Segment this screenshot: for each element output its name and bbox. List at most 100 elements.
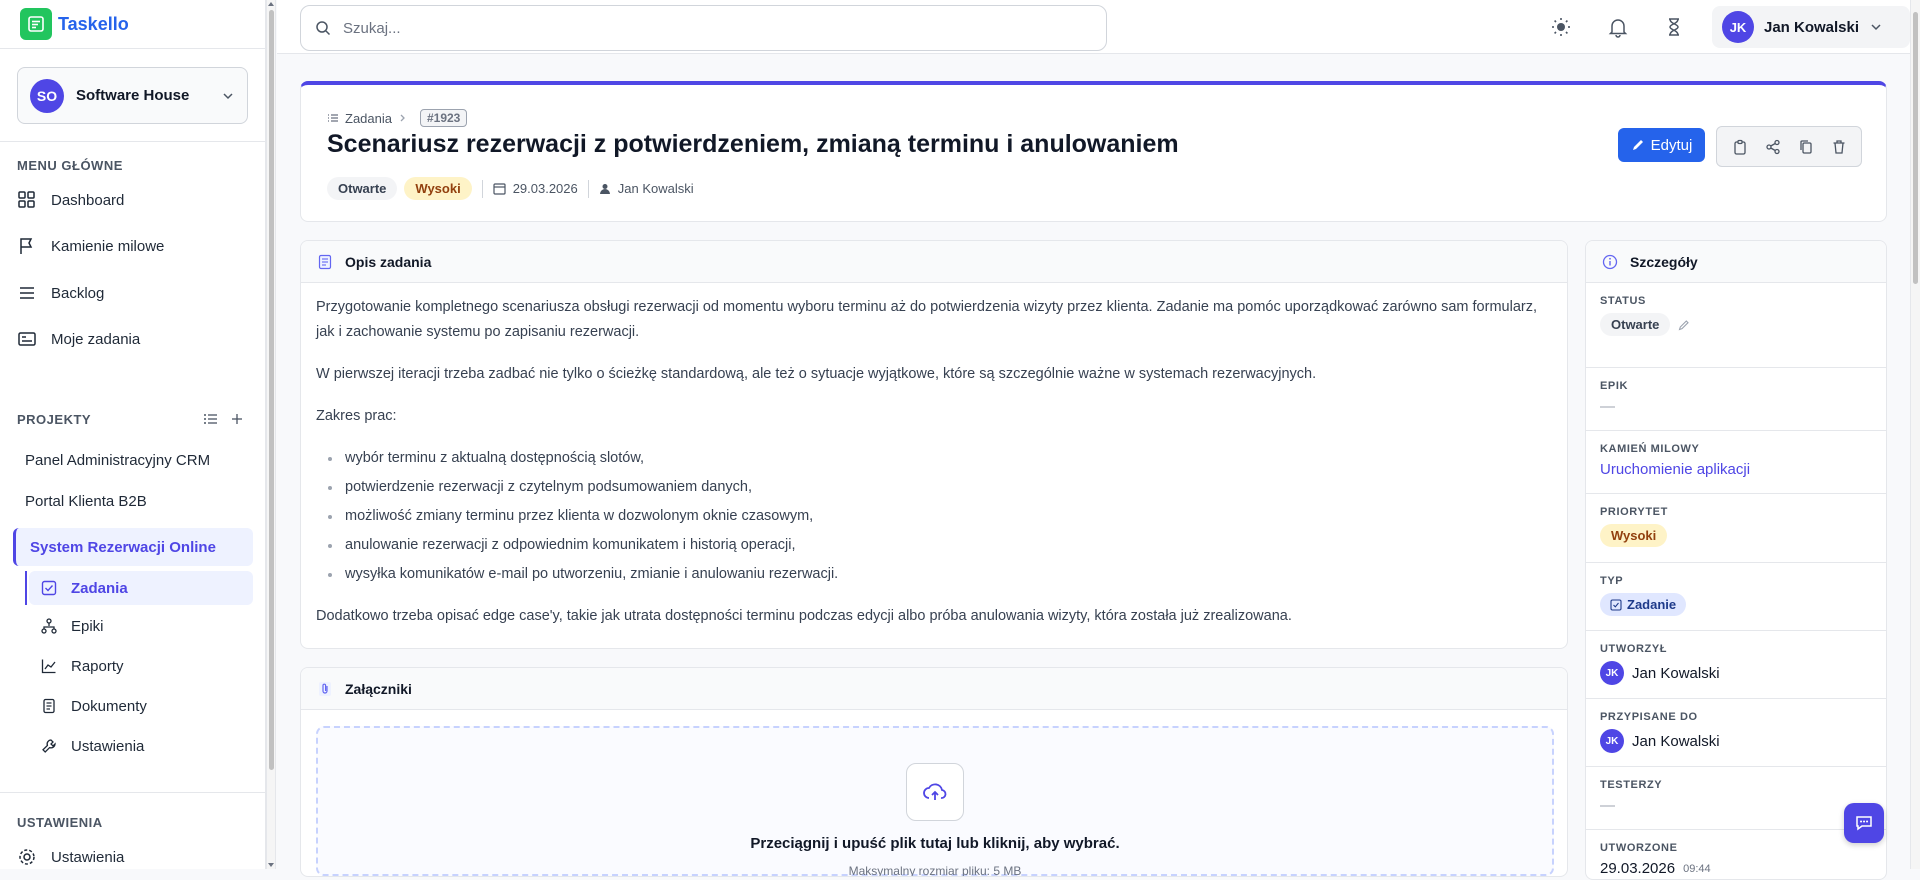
project-item-active[interactable]: System Rezerwacji Online — [13, 528, 253, 566]
app-logo[interactable]: Taskello — [20, 8, 129, 40]
sidebar-scrollbar[interactable] — [266, 0, 276, 869]
scrollbar-thumb[interactable] — [1913, 12, 1918, 284]
scroll-down-arrow[interactable] — [268, 863, 274, 867]
detail-milestone: KAMIEŃ MILOWY Uruchomienie aplikacji — [1586, 431, 1886, 494]
user-menu[interactable]: JK Jan Kowalski — [1712, 6, 1910, 48]
file-dropzone[interactable]: Przeciągnij i upuść plik tutaj lub klikn… — [316, 726, 1554, 876]
settings-title: USTAWIENIA — [17, 815, 103, 830]
list-icon — [20, 287, 34, 299]
chat-icon — [1856, 816, 1872, 831]
list-view-icon[interactable] — [203, 411, 219, 427]
task-meta: Otwarte Wysoki 29.03.2026 Jan Kowalski — [327, 177, 694, 200]
breadcrumb-link[interactable]: Zadania — [345, 111, 392, 126]
subnav-reports[interactable]: Raporty — [37, 653, 124, 679]
divider — [481, 179, 483, 198]
search-bar[interactable] — [300, 5, 1107, 51]
detail-value: Otwarte — [1600, 313, 1872, 336]
page-scrollbar[interactable] — [1910, 0, 1920, 869]
project-item[interactable]: Panel Administracyjny CRM — [25, 452, 210, 469]
creator-name: Jan Kowalski — [1632, 664, 1720, 682]
subnav-epics[interactable]: Epiki — [37, 613, 104, 639]
list-item: możliwość zmiany terminu przez klienta w… — [316, 504, 1552, 529]
detail-value: — — [1600, 398, 1615, 415]
detail-label: UTWORZONE — [1600, 842, 1678, 854]
document-icon — [43, 698, 55, 714]
scroll-up-arrow[interactable] — [268, 2, 274, 6]
milestone-link[interactable]: Uruchomienie aplikacji — [1600, 461, 1872, 478]
nav-label: Ustawienia — [51, 848, 125, 866]
projects-title: PROJEKTY — [17, 412, 92, 427]
scrollbar-thumb[interactable] — [269, 10, 274, 770]
detail-assignee: PRZYPISANE DO JK Jan Kowalski — [1586, 699, 1886, 767]
detail-type: TYP Zadanie — [1586, 563, 1886, 631]
status-badge: Otwarte — [327, 177, 398, 200]
divider — [0, 141, 266, 142]
project-item[interactable]: Portal Klienta B2B — [25, 493, 147, 510]
chat-button[interactable] — [1844, 803, 1884, 843]
subnav-documents[interactable]: Dokumenty — [37, 693, 147, 719]
subnav-tasks[interactable]: Zadania — [29, 571, 253, 605]
trash-icon[interactable] — [1831, 139, 1847, 155]
search-input[interactable] — [343, 19, 1092, 37]
divider — [0, 48, 266, 49]
dropzone-text: Przeciągnij i upuść plik tutaj lub klikn… — [750, 835, 1120, 852]
subnav-settings[interactable]: Ustawienia — [37, 733, 144, 759]
sidebar: Taskello SO Software House MENU GŁÓWNE D… — [0, 0, 266, 869]
type-label: Zadanie — [1627, 597, 1677, 612]
add-project-icon[interactable] — [230, 412, 244, 426]
detail-label: PRZYPISANE DO — [1600, 711, 1698, 723]
chevron-right-icon — [400, 114, 405, 122]
logo-icon — [20, 8, 52, 40]
checkbox-icon — [1610, 598, 1622, 611]
gear-icon — [19, 849, 35, 865]
priority-badge: Wysoki — [404, 177, 472, 200]
pencil-icon[interactable] — [1678, 319, 1690, 331]
clipboard-icon[interactable] — [1732, 139, 1748, 155]
wrench-icon — [42, 739, 56, 753]
nav-milestones[interactable]: Kamienie milowe — [17, 234, 164, 258]
chevron-down-icon — [1871, 24, 1881, 31]
detail-status: STATUS Otwarte — [1586, 283, 1886, 368]
list-item: wysyłka komunikatów e-mail po utworzeniu… — [316, 562, 1552, 587]
status-badge[interactable]: Otwarte — [1600, 313, 1671, 336]
nav-settings[interactable]: Ustawienia — [17, 845, 124, 869]
theme-toggle-icon[interactable] — [1550, 16, 1572, 38]
list-item: potwierdzenie rezerwacji z czytelnym pod… — [316, 475, 1552, 500]
edit-button[interactable]: Edytuj — [1618, 128, 1705, 162]
workspace-avatar: SO — [30, 78, 64, 113]
detail-testers: TESTERZY — — [1586, 767, 1886, 830]
detail-label: UTWORZYŁ — [1600, 643, 1668, 655]
detail-label: TESTERZY — [1600, 779, 1663, 791]
info-icon — [1602, 254, 1618, 269]
breadcrumb: Zadania #1923 — [327, 109, 468, 127]
list-item: wybór terminu z aktualną dostępnością sl… — [316, 446, 1552, 471]
description-paragraph: Dodatkowo trzeba opisać edge case'y, tak… — [316, 608, 1292, 624]
subnav-label: Dokumenty — [71, 697, 147, 715]
detail-created: UTWORZONE 29.03.2026 09:44 — [1586, 830, 1886, 879]
hierarchy-icon — [41, 618, 57, 634]
workspace-switcher[interactable]: SO Software House — [17, 67, 248, 124]
main-menu-title: MENU GŁÓWNE — [17, 158, 123, 173]
chart-line-icon — [41, 659, 56, 674]
chevron-down-icon — [223, 92, 233, 99]
calendar-icon — [493, 183, 506, 195]
description-body: Przygotowanie kompletnego scenariusza ob… — [301, 283, 1567, 648]
hourglass-icon[interactable] — [1663, 16, 1685, 38]
description-paragraph: Przygotowanie kompletnego scenariusza ob… — [316, 299, 1537, 340]
nav-backlog[interactable]: Backlog — [17, 281, 104, 305]
subnav-label: Raporty — [71, 657, 124, 675]
nav-dashboard[interactable]: Dashboard — [17, 188, 124, 212]
workspace-name: Software House — [76, 87, 190, 104]
user-avatar: JK — [1722, 11, 1754, 43]
subnav-label: Zadania — [71, 579, 128, 597]
nav-my-tasks[interactable]: Moje zadania — [17, 327, 140, 351]
bell-icon[interactable] — [1607, 16, 1629, 38]
detail-value: — — [1600, 797, 1615, 814]
description-paragraph: Zakres prac: — [316, 408, 397, 424]
task-author: Jan Kowalski — [617, 181, 694, 196]
share-icon[interactable] — [1765, 139, 1781, 155]
task-title: Scenariusz rezerwacji z potwierdzeniem, … — [327, 130, 1179, 158]
detail-created-by: UTWORZYŁ JK Jan Kowalski — [1586, 631, 1886, 699]
nav-label: Backlog — [51, 284, 105, 302]
copy-icon[interactable] — [1798, 139, 1814, 155]
